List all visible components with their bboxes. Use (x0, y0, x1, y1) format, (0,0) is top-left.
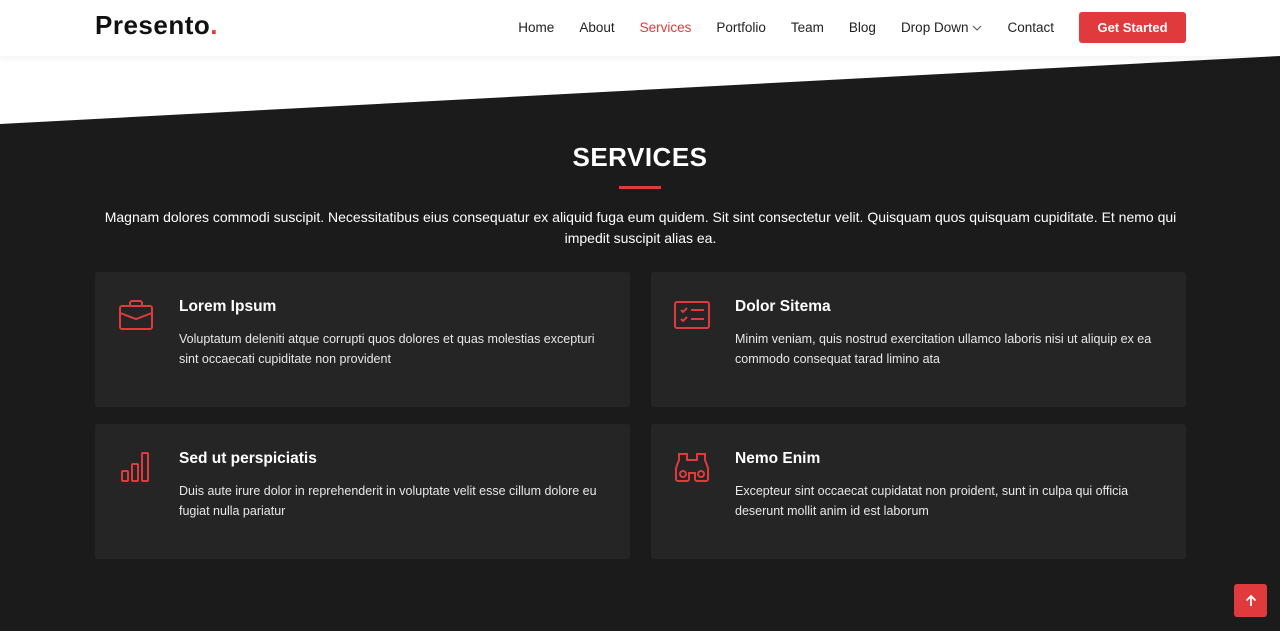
card-title[interactable]: Lorem Ipsum (179, 298, 276, 316)
binoculars-icon (675, 453, 709, 482)
back-to-top-button[interactable] (1234, 584, 1267, 617)
nav-home[interactable]: Home (518, 20, 554, 35)
nav-services[interactable]: Services (640, 20, 692, 35)
card-checklist-icon (674, 301, 710, 329)
title-underline (619, 186, 661, 189)
card-title[interactable]: Nemo Enim (735, 450, 820, 468)
card-title[interactable]: Sed ut perspiciatis (179, 450, 317, 468)
chevron-down-icon (973, 25, 982, 31)
nav-dropdown[interactable]: Drop Down (901, 20, 983, 35)
main-nav: Home About Services Portfolio Team Blog … (493, 12, 1186, 43)
card-title[interactable]: Dolor Sitema (735, 298, 831, 316)
nav-dropdown-label: Drop Down (900, 20, 969, 35)
nav-contact[interactable]: Contact (1007, 20, 1054, 35)
logo-text[interactable]: Presento (95, 10, 210, 40)
card-desc: Duis aute irure dolor in reprehenderit i… (179, 484, 597, 518)
card-desc: Excepteur sint occaecat cupidatat non pr… (735, 484, 1129, 518)
service-card[interactable]: Sed ut perspiciatis Duis aute irure dolo… (95, 424, 630, 559)
diagonal-divider (0, 56, 1280, 126)
site-header: Presento. Home About Services Portfolio … (0, 0, 1280, 56)
get-started-button[interactable]: Get Started (1079, 12, 1186, 43)
service-card[interactable]: Nemo Enim Excepteur sint occaecat cupida… (651, 424, 1186, 559)
logo[interactable]: Presento. (95, 10, 218, 41)
card-desc: Voluptatum deleniti atque corrupti quos … (179, 332, 595, 366)
nav-blog[interactable]: Blog (849, 20, 876, 35)
bar-chart-icon (121, 452, 149, 482)
card-desc: Minim veniam, quis nostrud exercitation … (735, 332, 1152, 366)
arrow-up-icon (1245, 594, 1256, 606)
section-title: SERVICES (572, 142, 708, 172)
logo-dot: . (210, 10, 218, 40)
nav-portfolio[interactable]: Portfolio (716, 20, 766, 35)
service-card[interactable]: Dolor Sitema Minim veniam, quis nostrud … (651, 272, 1186, 407)
briefcase-icon (119, 300, 153, 330)
nav-about[interactable]: About (579, 20, 614, 35)
section-intro: Magnam dolores commodi suscipit. Necessi… (104, 209, 1177, 246)
nav-team[interactable]: Team (791, 20, 824, 35)
service-card[interactable]: Lorem Ipsum Voluptatum deleniti atque co… (95, 272, 630, 407)
